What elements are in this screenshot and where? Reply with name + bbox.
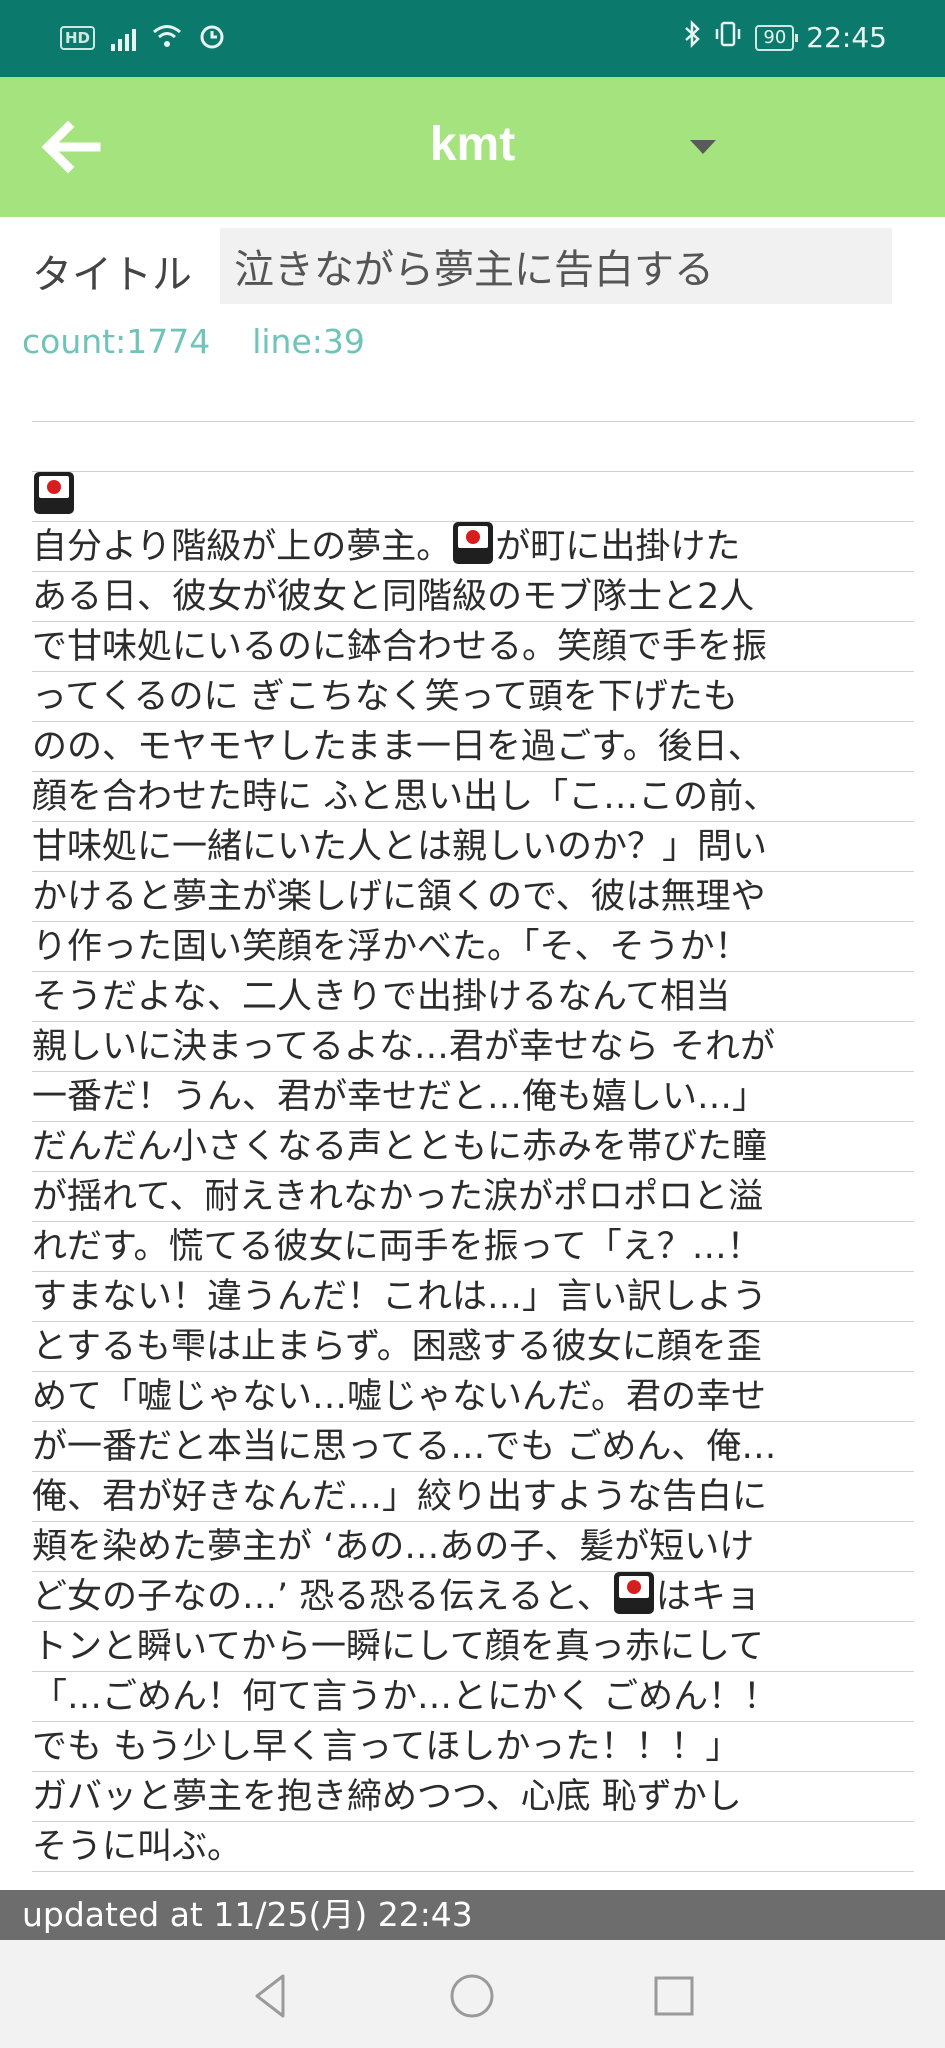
text-segment: 俺、君が好きなんだ…」絞り出すような告白に [32,1477,768,1517]
text-line: そうに叫ぶ。 [32,1822,914,1872]
text-line: ど女の子なの…’ 恐る恐る伝えると、 はキョ [32,1572,914,1622]
text-segment: ってくるのに ぎこちなく笑って頭を下げたも [32,677,738,717]
text-segment: ガバッと夢主を抱き締めつつ、心底 恥ずかし [32,1777,742,1817]
text-segment: でも もう少し早く言ってほしかった！！！」 [32,1727,741,1767]
text-line: すまない！違うんだ！これは…」言い訳しよう [32,1272,914,1322]
recents-square-icon [654,1976,694,2016]
alarm-icon [198,22,226,54]
japanese-flag-emoji-icon [34,472,74,514]
text-line: 甘味処に一緒にいた人とは親しいのか？」問い [32,822,914,872]
text-segment: 顔を合わせた時に ふと思い出し「こ…この前、 [32,777,779,817]
text-line: 一番だ！うん、君が幸せだと…俺も嬉しい…」 [32,1072,914,1122]
text-line: 親しいに決まってるよな…君が幸せなら それが [32,1022,914,1072]
text-segment: 一番だ！うん、君が幸せだと…俺も嬉しい…」 [32,1077,768,1117]
home-circle-icon [450,1974,494,2018]
text-line: 「…ごめん！何て言うか…とにかく ごめん！！ [32,1672,914,1722]
japanese-flag-emoji-icon [613,1572,654,1614]
status-time: 22:45 [806,21,887,54]
text-segment: そうだよな、二人きりで出掛けるなんて相当 [32,977,731,1017]
nav-recents-button[interactable] [648,1970,700,2022]
japanese-flag-emoji-icon [453,522,494,564]
back-triangle-icon [255,1974,285,2018]
text-line [32,472,914,522]
text-segment: 自分より階級が上の夢主。 [32,527,452,567]
text-segment: 頬を染めた夢主が ‘あの…あの子、髪が短いけ [32,1527,755,1567]
text-segment: めて「嘘じゃない…嘘じゃないんだ。君の幸せ [32,1377,766,1417]
text-segment: 親しいに決まってるよな…君が幸せなら それが [32,1027,775,1067]
text-line: が揺れて、耐えきれなかった涙がポロポロと溢 [32,1172,914,1222]
text-line [32,372,914,422]
text-line: でも もう少し早く言ってほしかった！！！」 [32,1722,914,1772]
status-bar: HD 90 22:45 [0,0,945,77]
text-segment: が町に出掛けた [495,527,741,567]
text-line: トンと瞬いてから一瞬にして顔を真っ赤にして [32,1622,914,1672]
title-input[interactable] [220,228,892,304]
text-segment: り作った固い笑顔を浮かべた。「そ、そうか！ [32,927,750,967]
text-line: で甘味処にいるのに鉢合わせる。笑顔で手を振 [32,622,914,672]
text-line: のの、モヤモヤしたまま一日を過ごす。後日、 [32,722,914,772]
char-count: count:1774 [22,322,211,361]
text-segment: のの、モヤモヤしたまま一日を過ごす。後日、 [32,727,763,767]
updated-footer: updated at 11/25(月) 22:43 [0,1890,945,1940]
status-left-icons: HD [60,22,226,54]
app-bar: kmt [0,77,945,217]
text-line: ってくるのに ぎこちなく笑って頭を下げたも [32,672,914,722]
text-line [32,422,914,472]
text-line: り作った固い笑顔を浮かべた。「そ、そうか！ [32,922,914,972]
text-segment: だんだん小さくなる声とともに赤みを帯びた瞳 [32,1127,768,1167]
text-segment: かけると夢主が楽しげに頷くので、彼は無理や [32,877,766,917]
text-line: 頬を染めた夢主が ‘あの…あの子、髪が短いけ [32,1522,914,1572]
text-segment: れだす。慌てる彼女に両手を振って「え？…！ [32,1227,762,1267]
text-segment: が揺れて、耐えきれなかった涙がポロポロと溢 [32,1177,764,1217]
text-segment: で甘味処にいるのに鉢合わせる。笑顔で手を振 [32,627,768,667]
text-segment: 甘味処に一緒にいた人とは親しいのか？」問い [32,827,768,867]
text-segment: はキョ [655,1577,761,1617]
app-title: kmt [429,118,516,171]
text-segment: ある日、彼女が彼女と同階級のモブ隊士と2人 [32,577,755,617]
text-segment: すまない！違うんだ！これは…」言い訳しよう [32,1277,768,1317]
text-line: 俺、君が好きなんだ…」絞り出すような告白に [32,1472,914,1522]
text-line: とするも雫は止まらず。困惑する彼女に顔を歪 [32,1322,914,1372]
text-line: めて「嘘じゃない…嘘じゃないんだ。君の幸せ [32,1372,914,1422]
text-line: れだす。慌てる彼女に両手を振って「え？…！ [32,1222,914,1272]
text-line: そうだよな、二人きりで出掛けるなんて相当 [32,972,914,1022]
text-line: ある日、彼女が彼女と同階級のモブ隊士と2人 [32,572,914,622]
text-line: ガバッと夢主を抱き締めつつ、心底 恥ずかし [32,1772,914,1822]
nav-back-button[interactable] [245,1970,297,2022]
text-line: が一番だと本当に思ってる…でも ごめん、俺… [32,1422,914,1472]
title-label: タイトル [32,252,192,298]
nav-home-button[interactable] [446,1970,498,2022]
vibrate-icon [713,20,743,55]
signal-icon [111,25,137,51]
wifi-icon [152,23,182,53]
text-segment: ど女の子なの…’ 恐る恐る伝えると、 [32,1577,612,1617]
meta-info: count:1774 line:39 [22,322,365,361]
line-count: line:39 [252,322,365,361]
hd-icon: HD [60,26,96,50]
text-line: かけると夢主が楽しげに頷くので、彼は無理や [32,872,914,922]
text-line: だんだん小さくなる声とともに赤みを帯びた瞳 [32,1122,914,1172]
bluetooth-icon [683,19,701,55]
dropdown-toggle[interactable] [688,138,718,158]
battery-indicator: 90 [755,24,799,51]
text-line: 顔を合わせた時に ふと思い出し「こ…この前、 [32,772,914,822]
caret-down-icon [690,140,716,154]
text-segment: そうに叫ぶ。 [32,1827,243,1867]
text-segment: とするも雫は止まらず。困惑する彼女に顔を歪 [32,1327,762,1367]
body-text-area[interactable]: 自分より階級が上の夢主。 が町に出掛けたある日、彼女が彼女と同階級のモブ隊士と2人… [32,372,914,1922]
text-line: 自分より階級が上の夢主。 が町に出掛けた [32,522,914,572]
status-right-icons: 90 22:45 [683,19,887,55]
text-segment: 「…ごめん！何て言うか…とにかく ごめん！！ [32,1677,779,1717]
system-nav-bar [0,1940,945,2048]
text-segment: トンと瞬いてから一瞬にして顔を真っ赤にして [32,1627,764,1667]
text-segment: が一番だと本当に思ってる…でも ごめん、俺… [32,1427,777,1467]
